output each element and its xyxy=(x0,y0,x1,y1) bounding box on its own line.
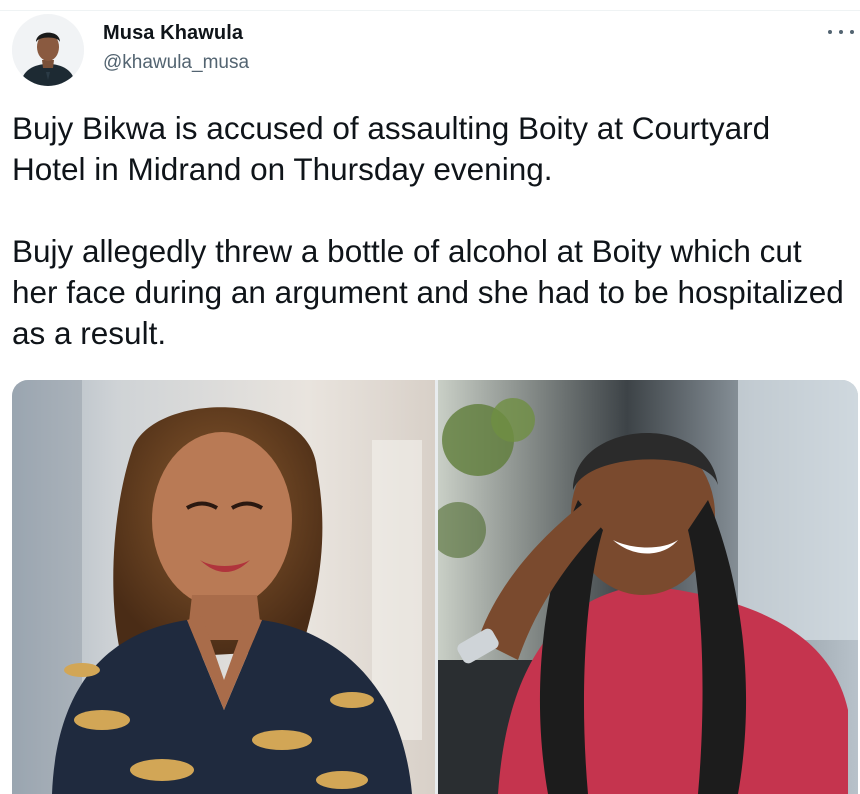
tweet-paragraph-1: Bujy Bikwa is accused of assaulting Boit… xyxy=(12,110,771,187)
dot-icon xyxy=(850,30,854,34)
top-divider xyxy=(0,10,860,11)
photo-man-icon xyxy=(438,380,858,794)
tweet-photo-2[interactable] xyxy=(438,380,858,794)
author-handle[interactable]: @khawula_musa xyxy=(103,52,249,74)
photo-woman-icon xyxy=(12,380,435,794)
tweet-photo-1[interactable] xyxy=(12,380,435,794)
tweet-paragraph-2: Bujy allegedly threw a bottle of alcohol… xyxy=(12,233,844,351)
author-display-name[interactable]: Musa Khawula xyxy=(103,22,243,45)
more-options-icon[interactable] xyxy=(828,22,854,42)
avatar-photo-icon xyxy=(12,14,84,86)
dot-icon xyxy=(828,30,832,34)
dot-icon xyxy=(839,30,843,34)
author-avatar[interactable] xyxy=(12,14,84,86)
tweet-text: Bujy Bikwa is accused of assaulting Boit… xyxy=(12,108,852,354)
tweet-media-grid xyxy=(12,380,858,794)
